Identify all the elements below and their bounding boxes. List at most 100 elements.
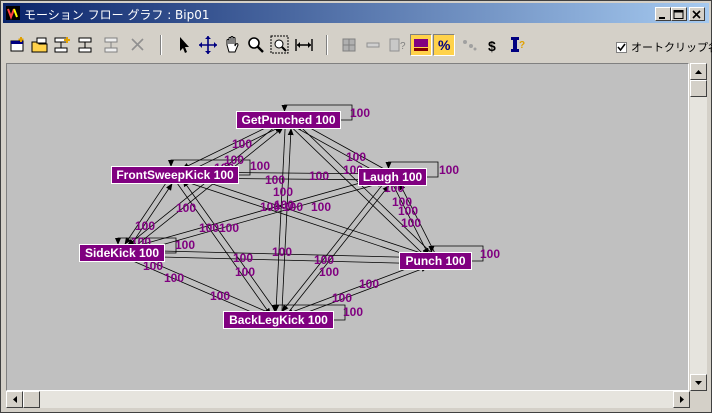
percent-icon: %: [438, 37, 451, 53]
edge-weight-label: 100: [176, 201, 196, 215]
transition-edge-punch-to-getpunched[interactable]: [297, 123, 438, 260]
add-clip-button[interactable]: [7, 34, 29, 56]
scroll-left-button[interactable]: [6, 391, 23, 408]
percent-button[interactable]: %: [433, 34, 455, 56]
edge-weight-label: 100: [164, 271, 184, 285]
horizontal-scroll-thumb[interactable]: [23, 391, 40, 408]
horizontal-scrollbar[interactable]: [6, 391, 690, 408]
delete-icon: [131, 38, 144, 51]
edge-weight-label: 100: [175, 238, 195, 252]
graph-svg[interactable]: 100100100100100100 100100 1001001001001001…: [7, 64, 688, 390]
minimize-button[interactable]: [655, 7, 671, 21]
edge-weight-label: 100: [250, 159, 270, 173]
arrow-left-icon: [13, 396, 17, 403]
app-icon: [6, 6, 20, 20]
edge-weight-label: 100: [219, 221, 239, 235]
edge-weight-label: 100: [272, 245, 292, 259]
svg-text:?: ?: [400, 41, 406, 52]
edge-weight-label: 100: [135, 219, 155, 233]
open-clip-button[interactable]: [29, 34, 51, 56]
clip-node-sidekick[interactable]: SideKick 100: [79, 244, 165, 262]
clip-node-frontsweepkick[interactable]: FrontSweepKick 100: [111, 166, 239, 184]
zoom-extents-icon: [295, 39, 313, 51]
delete-transition-button[interactable]: [101, 34, 123, 56]
edge-weight-label: 100: [273, 185, 293, 199]
minus-button[interactable]: [362, 34, 384, 56]
script-icon: ?: [511, 37, 525, 52]
node-label: GetPunched 100: [241, 113, 335, 127]
dollar-button[interactable]: $: [482, 34, 504, 56]
node-label: BackLegKick 100: [229, 313, 328, 327]
vertical-scrollbar[interactable]: [690, 63, 707, 391]
info-button[interactable]: ?: [386, 34, 408, 56]
scroll-up-button[interactable]: [690, 63, 707, 80]
close-button[interactable]: [689, 7, 705, 21]
zoom-icon: [248, 37, 264, 53]
node-label: SideKick 100: [85, 246, 159, 260]
svg-text:?: ?: [519, 40, 525, 51]
zoom-region-icon: [270, 35, 289, 54]
move-icon: [199, 36, 217, 54]
delete-button[interactable]: [127, 34, 149, 56]
edge-weight-label: 100: [350, 106, 370, 120]
dollar-icon: $: [488, 38, 496, 54]
transition-edge-getpunched-to-backlegkick[interactable]: [273, 119, 286, 312]
edge-weight-label: 100: [439, 163, 459, 177]
add-transition-button[interactable]: [51, 34, 73, 56]
title-bar[interactable]: モーション フロー グラフ : Bip01: [3, 3, 709, 23]
arrow-up-icon: [695, 70, 702, 74]
move-button[interactable]: [197, 34, 219, 56]
clip-node-laugh[interactable]: Laugh 100: [358, 168, 427, 186]
open-clip-icon: [31, 37, 48, 53]
grid-button[interactable]: [338, 34, 360, 56]
motion-flow-graph-window: モーション フロー グラフ : Bip01 ? % $ ? オートクリップ名 1…: [0, 0, 712, 413]
zoom-extents-button[interactable]: [293, 34, 315, 56]
motion-flow-graph-canvas[interactable]: 100 100 100 100 100 100 100 100 100 100 100 100 100 1…: [6, 63, 689, 391]
minimize-icon: [659, 17, 665, 19]
transition-edge-getpunched-to-punch[interactable]: [286, 121, 427, 258]
scroll-right-button[interactable]: [673, 391, 690, 408]
scroll-corner: [690, 391, 707, 408]
edge-weight-label: 100: [332, 291, 352, 305]
pan-button[interactable]: [221, 34, 243, 56]
close-icon: [692, 10, 701, 19]
delete-transition-icon: [104, 37, 118, 53]
edge-weight-label: 100: [210, 289, 230, 303]
vertical-scroll-thumb[interactable]: [690, 80, 707, 97]
random-icon: [463, 40, 477, 51]
maximize-button[interactable]: [671, 7, 687, 21]
autoclip-name-toggle[interactable]: オートクリップ名: [616, 39, 712, 55]
add-transition-icon: [54, 37, 70, 53]
edge-weight-label: 100: [346, 150, 366, 164]
clip-node-backlegkick[interactable]: BackLegKick 100: [223, 311, 334, 329]
toolbar-separator: [326, 35, 328, 55]
random-button[interactable]: [458, 34, 480, 56]
select-button[interactable]: [173, 34, 195, 56]
edge-weight-label: 100: [199, 221, 219, 235]
clip-node-punch[interactable]: Punch 100: [399, 252, 472, 270]
node-label: FrontSweepKick 100: [116, 168, 234, 182]
transition-edge-getpunched-to-laugh[interactable]: [286, 122, 384, 176]
checkmark-icon: [617, 43, 626, 52]
autoclip-checkbox[interactable]: [616, 42, 627, 53]
svg-text:$: $: [488, 38, 496, 54]
edge-weight-label: 100: [235, 265, 255, 279]
zoom-region-button[interactable]: [269, 34, 291, 56]
edge-weight-label: 100: [311, 200, 331, 214]
zoom-button[interactable]: [245, 34, 267, 56]
edge-weight-label: 100: [309, 169, 329, 183]
info-icon: ?: [389, 38, 406, 52]
edit-transition-button[interactable]: [75, 34, 97, 56]
edge-weight-label: 100: [283, 200, 303, 214]
script-button[interactable]: ?: [506, 34, 528, 56]
show-weights-button[interactable]: [410, 34, 432, 56]
edge-weight-label: 100: [359, 277, 379, 291]
clip-node-getpunched[interactable]: GetPunched 100: [236, 111, 341, 129]
node-label: Laugh 100: [363, 170, 423, 184]
pan-hand-icon: [226, 36, 239, 53]
scroll-down-button[interactable]: [690, 374, 707, 391]
transition-edge-backlegkick-to-getpunched[interactable]: [281, 128, 294, 321]
arrow-right-icon: [680, 396, 684, 403]
grid-icon: [342, 38, 356, 52]
edge-weight-label: 100: [319, 265, 339, 279]
